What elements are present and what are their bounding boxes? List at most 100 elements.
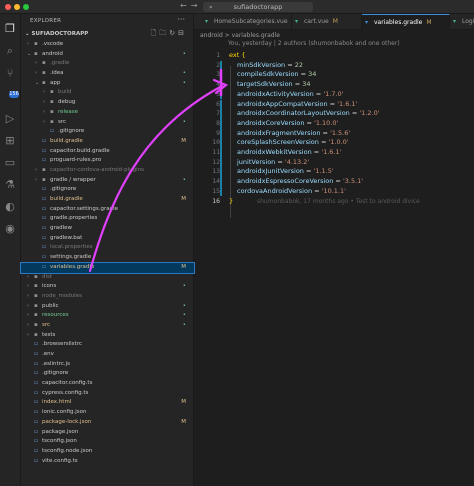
tree-item[interactable]: › ▪ build bbox=[21, 88, 194, 98]
tree-item[interactable]: ▫ package-lock.json M bbox=[21, 418, 194, 428]
editor-tab[interactable]: ▾HomeSubcategories.vueM bbox=[202, 14, 292, 30]
tree-item[interactable]: ▫ .gitignore bbox=[21, 185, 194, 195]
tree-item[interactable]: › ▪ node_modules bbox=[21, 292, 194, 302]
tree-item[interactable]: ▫ index.html M bbox=[21, 398, 194, 408]
chevron-right-icon[interactable]: › bbox=[35, 59, 37, 69]
code-line: 4 targetSdkVersion = 34 bbox=[194, 80, 474, 90]
tree-item[interactable]: › ▪ src • bbox=[21, 118, 194, 128]
chevron-right-icon[interactable]: › bbox=[27, 302, 29, 312]
chevron-right-icon[interactable]: › bbox=[27, 40, 29, 50]
tree-item[interactable]: ▫ tsconfig.node.json bbox=[21, 447, 194, 457]
chevron-right-icon[interactable]: › bbox=[27, 273, 29, 283]
tree-item[interactable]: ▫ vite.config.ts bbox=[21, 457, 194, 467]
workspace-section-header[interactable]: ⌄ SUFIADOCTORAPP bbox=[25, 31, 88, 37]
tree-item[interactable]: › ▪ src • bbox=[21, 321, 194, 331]
command-center-search[interactable]: ⌕ sufiadoctorapp bbox=[203, 2, 313, 12]
tree-item-label: .gitignore bbox=[50, 186, 77, 193]
maximize-window-button[interactable] bbox=[23, 4, 29, 10]
editor-tab[interactable]: ▾ variables.gradle M bbox=[362, 14, 450, 30]
testing-icon[interactable]: ⚗ bbox=[3, 178, 17, 192]
tree-item[interactable]: ⌄ ▪ app • bbox=[21, 79, 194, 89]
chevron-right-icon[interactable]: › bbox=[27, 292, 29, 302]
codelens-blame[interactable]: You, yesterday | 2 authors (shumonbabok … bbox=[228, 40, 400, 47]
git-change-marker bbox=[220, 128, 222, 139]
chevron-down-icon[interactable]: ⌄ bbox=[35, 79, 39, 89]
tree-item[interactable]: ▫ build.gradle M bbox=[21, 137, 194, 147]
file-icon: ▫ bbox=[34, 370, 38, 377]
extensions-icon[interactable]: ⊞ bbox=[3, 134, 17, 148]
tree-item[interactable]: › ▪ public • bbox=[21, 302, 194, 312]
code-line: 12 junitVersion = '4.13.2' bbox=[194, 157, 474, 168]
nav-arrows[interactable]: ←→ bbox=[180, 1, 201, 10]
tree-item[interactable]: ▫ variables.gradle M bbox=[20, 261, 195, 274]
tree-item[interactable]: › ▪ .vscode bbox=[21, 40, 194, 50]
chevron-right-icon[interactable]: › bbox=[43, 88, 45, 98]
code-editor[interactable]: You, yesterday | 2 authors (shumonbabok … bbox=[194, 40, 474, 486]
tree-item-label: .vscode bbox=[42, 41, 64, 47]
chevron-down-icon[interactable]: ⌄ bbox=[27, 50, 31, 60]
tree-item[interactable]: ▫ build.gradle M bbox=[21, 195, 194, 205]
tree-item[interactable]: ▫ .eslintrc.js bbox=[21, 360, 194, 370]
tree-item[interactable]: › ▪ release • bbox=[21, 108, 194, 118]
tree-item[interactable]: ▫ gradlew bbox=[21, 224, 194, 234]
tree-item[interactable]: ▫ .gitignore bbox=[21, 127, 194, 137]
tree-item[interactable]: › ▪ icons • bbox=[21, 282, 194, 292]
tree-item[interactable]: › ▪ capacitor-cordova-android-plugins bbox=[21, 166, 194, 176]
tree-item[interactable]: › ▪ gradle / wrapper • bbox=[21, 176, 194, 186]
tree-item[interactable]: ▫ .browserslistrc bbox=[21, 340, 194, 350]
tree-item[interactable]: ▫ .env bbox=[21, 350, 194, 360]
remote-explorer-icon[interactable]: ▭ bbox=[3, 156, 17, 170]
tree-item[interactable]: › ▪ tests bbox=[21, 331, 194, 341]
new-file-icon[interactable]: 🗋 bbox=[151, 29, 160, 37]
more-actions-icon[interactable]: ··· bbox=[177, 15, 185, 24]
tree-item[interactable]: ▫ package.json bbox=[21, 428, 194, 438]
source-control-icon[interactable]: ⑂ bbox=[3, 67, 17, 81]
minimize-window-button[interactable] bbox=[14, 4, 20, 10]
chevron-right-icon[interactable]: › bbox=[43, 118, 45, 128]
chevron-right-icon[interactable]: › bbox=[27, 311, 29, 321]
tree-item[interactable]: ▫ capacitor.config.ts bbox=[21, 379, 194, 389]
breadcrumb[interactable]: android > variables.gradle bbox=[200, 32, 280, 39]
docker-icon[interactable]: ◐ bbox=[3, 200, 17, 214]
git-change-marker bbox=[220, 60, 222, 71]
tree-item[interactable]: ▫ .gitignore bbox=[21, 369, 194, 379]
tree-item[interactable]: › ▪ resources • bbox=[21, 311, 194, 321]
chevron-right-icon[interactable]: › bbox=[27, 282, 29, 292]
gitlens-icon[interactable]: ◉ bbox=[3, 222, 17, 236]
tree-item-label: release bbox=[58, 108, 79, 115]
chevron-right-icon[interactable]: › bbox=[43, 108, 45, 118]
tree-item[interactable]: ▫ settings.gradle bbox=[21, 253, 194, 263]
collapse-all-icon[interactable]: ⊟ bbox=[178, 29, 187, 37]
tree-item[interactable]: › ▪ dist bbox=[21, 273, 194, 283]
tree-item[interactable]: ▫ cypress.config.ts bbox=[21, 389, 194, 399]
tree-item[interactable]: ▫ capacitor.settings.gradle bbox=[21, 205, 194, 215]
chevron-right-icon[interactable]: › bbox=[35, 166, 37, 176]
editor-tab[interactable]: ▾ Login.vu bbox=[450, 14, 474, 30]
chevron-right-icon[interactable]: › bbox=[35, 176, 37, 186]
tree-item[interactable]: ▫ gradlew.bat bbox=[21, 234, 194, 244]
tree-item[interactable]: › ▪ debug bbox=[21, 98, 194, 108]
tree-item[interactable]: › ▪ .idea • bbox=[21, 69, 194, 79]
tree-item[interactable]: ▫ proguard-rules.pro bbox=[21, 156, 194, 166]
tree-item[interactable]: ▫ local.properties bbox=[21, 243, 194, 253]
files-icon[interactable]: ❐ bbox=[3, 22, 17, 36]
code-token: } bbox=[229, 196, 234, 205]
tree-item[interactable]: ▫ gradle.properties bbox=[21, 214, 194, 224]
tab-modified-badge: M bbox=[332, 18, 338, 25]
tree-item[interactable]: ▫ tsconfig.json bbox=[21, 437, 194, 447]
run-debug-icon[interactable]: ▷ bbox=[3, 112, 17, 126]
tree-item[interactable]: › ▪ .gradle bbox=[21, 59, 194, 69]
close-window-button[interactable] bbox=[5, 4, 11, 10]
tree-item[interactable]: ⌄ ▪ android • bbox=[21, 50, 194, 60]
refresh-icon[interactable]: ↻ bbox=[169, 29, 178, 37]
editor-tab[interactable]: ▾ cart.vue M bbox=[292, 14, 362, 30]
tree-item-label: resources bbox=[42, 312, 69, 319]
chevron-right-icon[interactable]: › bbox=[27, 321, 29, 331]
chevron-right-icon[interactable]: › bbox=[27, 331, 29, 341]
new-folder-icon[interactable]: 🗀 bbox=[159, 29, 169, 37]
tree-item[interactable]: ▫ ionic.config.json bbox=[21, 408, 194, 418]
chevron-right-icon[interactable]: › bbox=[43, 98, 45, 108]
tree-item[interactable]: ▫ capacitor.build.gradle bbox=[21, 147, 194, 157]
search-icon[interactable]: ⌕ bbox=[3, 44, 17, 58]
chevron-right-icon[interactable]: › bbox=[35, 69, 37, 79]
